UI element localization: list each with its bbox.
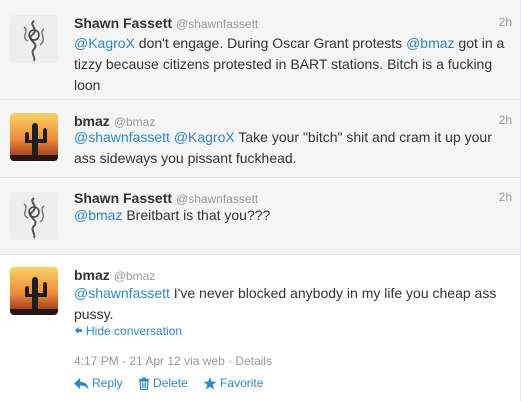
favorite-label: Favorite [220, 376, 264, 390]
mention-link[interactable]: @bmaz [406, 35, 454, 51]
arrow-left-icon [74, 326, 83, 335]
tweet-item[interactable]: Shawn Fassett @shawnfassett 2h @bmaz Brei… [0, 178, 520, 255]
mention-link[interactable]: @KagroX [74, 35, 135, 51]
reply-icon [74, 378, 89, 390]
reply-button[interactable]: Reply [74, 376, 123, 390]
username[interactable]: @bmaz [114, 269, 156, 283]
avatar[interactable] [10, 15, 58, 63]
text-segment: Breitbart is that you??? [122, 207, 271, 223]
tweet-text: @KagroX don't engage. During Oscar Grant… [74, 33, 510, 96]
hide-conversation-label: Hide conversation [86, 324, 183, 338]
tweet-item[interactable]: bmaz @bmaz 2h @shawnfassett @KagroX Take … [0, 100, 520, 178]
tweet-details[interactable]: 4:17 PM - 21 Apr 12 via web · Details [74, 354, 272, 368]
tweet-header: Shawn Fassett @shawnfassett 2h [74, 15, 512, 33]
username[interactable]: @shawnfassett [176, 17, 258, 31]
favorite-button[interactable]: Favorite [203, 376, 263, 390]
timestamp[interactable]: 2h [499, 113, 512, 127]
tweet-item-expanded[interactable]: bmaz @bmaz @shawnfassett I've never block… [0, 255, 520, 401]
trash-icon [139, 377, 150, 391]
username[interactable]: @shawnfassett [176, 192, 258, 206]
conversation-timeline: Shawn Fassett @shawnfassett 2h @KagroX do… [0, 0, 521, 401]
avatar[interactable] [10, 267, 58, 315]
hide-conversation-link[interactable]: Hide conversation [74, 324, 182, 338]
fullname[interactable]: bmaz [74, 267, 110, 283]
fullname[interactable]: Shawn Fassett [74, 190, 172, 206]
avatar[interactable] [10, 192, 58, 240]
text-segment: don't engage. During Oscar Grant protest… [134, 35, 407, 51]
delete-label: Delete [153, 376, 188, 390]
tweet-actions: Reply Delete Favorite [74, 376, 275, 391]
delete-button[interactable]: Delete [138, 376, 188, 391]
tweet-text: @bmaz Breitbart is that you??? [74, 205, 510, 226]
tweet-text: @shawnfassett @KagroX Take your "bitch" … [74, 127, 510, 169]
tweet-item[interactable]: Shawn Fassett @shawnfassett 2h @KagroX do… [0, 0, 520, 100]
reply-label: Reply [92, 376, 123, 390]
mention-link[interactable]: @KagroX [174, 129, 235, 145]
timestamp[interactable]: 2h [499, 15, 512, 29]
tweet-text: @shawnfassett I've never blocked anybody… [74, 283, 510, 325]
mention-link[interactable]: @shawnfassett [74, 129, 170, 145]
timestamp[interactable]: 2h [499, 190, 512, 204]
avatar[interactable] [10, 113, 58, 161]
fullname[interactable]: Shawn Fassett [74, 15, 172, 31]
star-icon [203, 377, 217, 390]
mention-link[interactable]: @bmaz [74, 207, 122, 223]
mention-link[interactable]: @shawnfassett [74, 285, 170, 301]
